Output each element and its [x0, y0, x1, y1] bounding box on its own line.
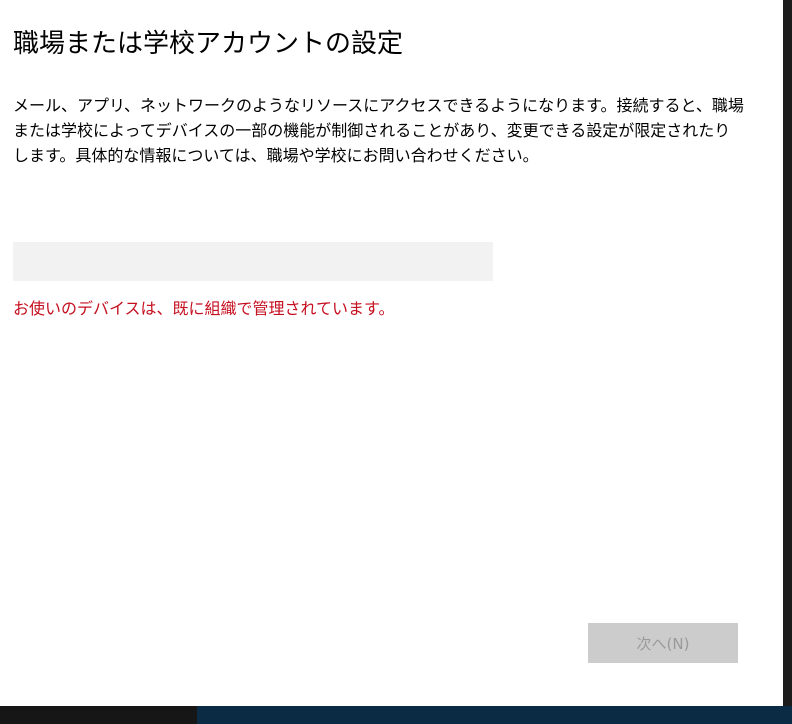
- dialog-description: メール、アプリ、ネットワークのようなリソースにアクセスできるようになります。接続…: [13, 96, 744, 165]
- work-school-account-dialog: 職場または学校アカウントの設定 メール、アプリ、ネットワークのようなリソースにア…: [0, 0, 783, 706]
- dialog-title: 職場または学校アカウントの設定: [13, 29, 404, 59]
- background-window-bottom: [197, 706, 792, 724]
- background-window-edge: [783, 0, 792, 724]
- next-button[interactable]: 次へ(N): [588, 623, 738, 663]
- email-input[interactable]: [13, 242, 493, 281]
- error-message: お使いのデバイスは、既に組織で管理されています。: [13, 299, 395, 318]
